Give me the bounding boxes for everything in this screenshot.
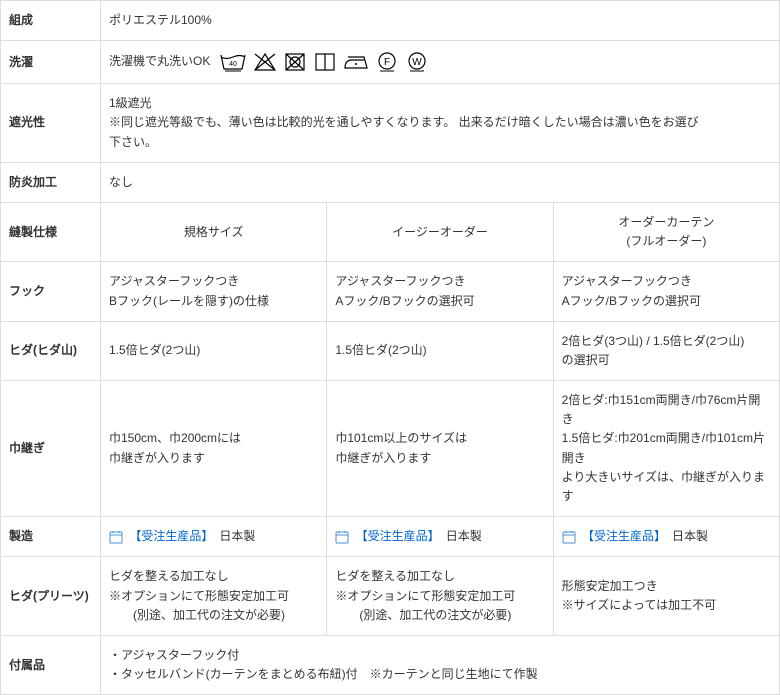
svg-text:F: F xyxy=(384,57,390,68)
washing-text: 洗濯機で丸洗いOK xyxy=(109,54,214,68)
hook-full: アジャスターフックつきAフック/Bフックの選択可 xyxy=(553,262,779,321)
row-accessories: 付属品 ・アジャスターフック付・タッセルバンド(カーテンをまとめる布紐)付 ※カ… xyxy=(1,635,780,694)
wetclean-w-icon: W xyxy=(405,51,429,73)
value-accessories: ・アジャスターフック付・タッセルバンド(カーテンをまとめる布紐)付 ※カーテンと… xyxy=(101,635,780,694)
width-join-easy: 巾101cm以上のサイズは巾継ぎが入ります xyxy=(327,381,553,517)
row-width-join: 巾継ぎ 巾150cm、巾200cmには巾継ぎが入ります 巾101cm以上のサイズ… xyxy=(1,381,780,517)
mfg-easy: 【受注生産品】 日本製 xyxy=(327,517,553,557)
label-pleat-m: ヒダ(ヒダ山) xyxy=(1,321,101,380)
row-shading: 遮光性 1級遮光※同じ遮光等級でも、薄い色は比較的光を通しやすくなります。 出来… xyxy=(1,84,780,163)
row-hook: フック アジャスターフックつきBフック(レールを隠す)の仕様 アジャスターフック… xyxy=(1,262,780,321)
label-hook: フック xyxy=(1,262,101,321)
calendar-icon xyxy=(109,530,123,544)
pleat-p-full: 形態安定加工つき※サイズによっては加工不可 xyxy=(553,557,779,636)
row-washing: 洗濯 洗濯機で丸洗いOK 40 F W xyxy=(1,41,780,84)
dry-hang-icon xyxy=(313,51,337,73)
row-flame: 防炎加工 なし xyxy=(1,162,780,202)
mfg-link[interactable]: 【受注生産品】 xyxy=(582,529,660,543)
label-flame: 防炎加工 xyxy=(1,162,101,202)
row-sewing-header: 縫製仕様 規格サイズ イージーオーダー オーダーカーテン(フルオーダー) xyxy=(1,202,780,261)
hook-standard: アジャスターフックつきBフック(レールを隠す)の仕様 xyxy=(101,262,327,321)
calendar-icon xyxy=(335,530,349,544)
row-pleat-m: ヒダ(ヒダ山) 1.5倍ヒダ(2つ山) 1.5倍ヒダ(2つ山) 2倍ヒダ(3つ山… xyxy=(1,321,780,380)
pleat-p-standard: ヒダを整える加工なし※オプションにて形態安定加工可 (別途、加工代の注文が必要) xyxy=(101,557,327,636)
value-washing: 洗濯機で丸洗いOK 40 F W xyxy=(101,41,780,84)
col-standard: 規格サイズ xyxy=(101,202,327,261)
pleat-p-easy: ヒダを整える加工なし※オプションにて形態安定加工可 (別途、加工代の注文が必要) xyxy=(327,557,553,636)
label-pleat-p: ヒダ(プリーツ) xyxy=(1,557,101,636)
value-composition: ポリエステル100% xyxy=(101,1,780,41)
svg-text:W: W xyxy=(412,57,422,68)
mfg-full: 【受注生産品】 日本製 xyxy=(553,517,779,557)
pleat-m-easy: 1.5倍ヒダ(2つ山) xyxy=(327,321,553,380)
spec-table: 組成 ポリエステル100% 洗濯 洗濯機で丸洗いOK 40 F W 遮光性 1級… xyxy=(0,0,780,695)
mfg-standard: 【受注生産品】 日本製 xyxy=(101,517,327,557)
pleat-m-standard: 1.5倍ヒダ(2つ山) xyxy=(101,321,327,380)
value-flame: なし xyxy=(101,162,780,202)
pleat-m-full: 2倍ヒダ(3つ山) / 1.5倍ヒダ(2つ山)の選択可 xyxy=(553,321,779,380)
no-bleach-icon xyxy=(252,51,278,73)
row-pleat-p: ヒダ(プリーツ) ヒダを整える加工なし※オプションにて形態安定加工可 (別途、加… xyxy=(1,557,780,636)
label-width-join: 巾継ぎ xyxy=(1,381,101,517)
label-shading: 遮光性 xyxy=(1,84,101,163)
hook-easy: アジャスターフックつきAフック/Bフックの選択可 xyxy=(327,262,553,321)
label-mfg: 製造 xyxy=(1,517,101,557)
wash-icons-group: 40 F W xyxy=(218,51,430,73)
label-accessories: 付属品 xyxy=(1,635,101,694)
width-join-standard: 巾150cm、巾200cmには巾継ぎが入ります xyxy=(101,381,327,517)
label-composition: 組成 xyxy=(1,1,101,41)
mfg-country: 日本製 xyxy=(207,529,255,543)
row-composition: 組成 ポリエステル100% xyxy=(1,1,780,41)
col-easy: イージーオーダー xyxy=(327,202,553,261)
iron-low-icon xyxy=(342,51,370,73)
calendar-icon xyxy=(562,530,576,544)
mfg-link[interactable]: 【受注生産品】 xyxy=(356,529,434,543)
value-shading: 1級遮光※同じ遮光等級でも、薄い色は比較的光を通しやすくなります。 出来るだけ暗… xyxy=(101,84,780,163)
col-full: オーダーカーテン(フルオーダー) xyxy=(553,202,779,261)
no-tumble-icon xyxy=(283,51,307,73)
label-sewing: 縫製仕様 xyxy=(1,202,101,261)
wash-40-icon: 40 xyxy=(219,51,247,73)
dryclean-f-icon: F xyxy=(375,51,399,73)
svg-text:40: 40 xyxy=(229,61,237,68)
mfg-country: 日本製 xyxy=(434,529,482,543)
width-join-full: 2倍ヒダ:巾151cm両開き/巾76cm片開き1.5倍ヒダ:巾201cm両開き/… xyxy=(553,381,779,517)
row-mfg: 製造 【受注生産品】 日本製 【受注生産品】 日本製 【受注生産品】 日本製 xyxy=(1,517,780,557)
label-washing: 洗濯 xyxy=(1,41,101,84)
mfg-country: 日本製 xyxy=(660,529,708,543)
mfg-link[interactable]: 【受注生産品】 xyxy=(129,529,207,543)
